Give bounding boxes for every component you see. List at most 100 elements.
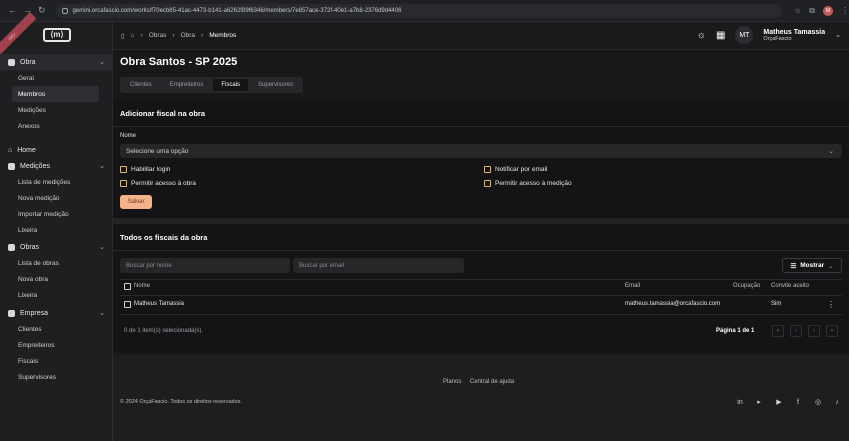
site-info-icon[interactable] (61, 7, 68, 14)
allow-medicao-checkbox[interactable]: Permitir acesso à medição (484, 180, 572, 187)
logo[interactable]: ⟨m⟩ (43, 28, 71, 42)
sidebar-toggle-icon[interactable]: ▯ (121, 32, 125, 40)
sidebar-item-clientes[interactable]: Clientes (0, 321, 113, 337)
add-fiscal-title: Adicionar fiscal na obra (120, 109, 206, 118)
breadcrumb-obra[interactable]: Obra (181, 32, 195, 39)
avatar[interactable]: MT (735, 26, 754, 44)
chevron-down-icon: ⌄ (99, 163, 105, 170)
next-page-icon[interactable]: › (808, 325, 820, 337)
home-icon[interactable]: ⌂ (131, 32, 135, 39)
sidebar-item-nova-obra[interactable]: Nova obra (0, 271, 113, 287)
sidebar-item-fiscais[interactable]: Fiscais (0, 353, 113, 369)
allow-obra-checkbox[interactable]: Permitir acesso à obra (120, 180, 196, 187)
reload-icon[interactable]: ↻ (38, 5, 46, 16)
sidebar-item-lista-obras[interactable]: Lista de obras (0, 255, 113, 271)
sidebar-item-membros[interactable]: Membros (12, 86, 99, 102)
footer-link-planos[interactable]: Planos (443, 379, 461, 385)
search-email-input[interactable]: Buscar por email (293, 258, 464, 273)
save-button[interactable]: Salvar (120, 195, 152, 209)
tab-supervisores[interactable]: Supervisores (250, 79, 301, 91)
sidebar-item-lixeira-obras[interactable]: Lixeira (0, 287, 113, 303)
star-icon[interactable]: ☆ (794, 6, 801, 15)
facebook-icon[interactable]: f (794, 398, 802, 406)
sidebar-head-label: Obras (20, 243, 40, 251)
checkbox-icon (484, 166, 491, 173)
col-convite-aceito[interactable]: Convite aceito (771, 283, 809, 289)
show-columns-button[interactable]: ☰ Mostrar ⌄ (782, 258, 842, 273)
row-email: matheus.tamassia@orcafascio.com (625, 301, 721, 307)
spotify-icon[interactable]: ▸ (755, 398, 763, 406)
sidebar-item-anexos[interactable]: Anexos (0, 118, 113, 134)
browser-toolbar: ← → ↻ gemini.orcafascio.com/works/f70ecb… (0, 0, 849, 22)
back-icon[interactable]: ← (8, 5, 17, 16)
table-divider (120, 314, 842, 315)
col-ocupacao[interactable]: Ocupação (733, 283, 760, 289)
sidebar-item-medicoes[interactable]: Medições (0, 102, 113, 118)
sidebar-item-lista-medicoes[interactable]: Lista de medições (0, 174, 113, 190)
chevron-right-icon: › (140, 32, 143, 39)
row-actions-icon[interactable]: ⋮ (827, 300, 835, 309)
sidebar-head-medicoes[interactable]: Medições ⌄ (0, 158, 113, 174)
linkedin-icon[interactable]: in (736, 398, 744, 406)
first-page-icon[interactable]: « (772, 325, 784, 337)
last-page-icon[interactable]: » (826, 325, 838, 337)
tiktok-icon[interactable]: ♪ (833, 398, 841, 406)
menu-icon[interactable]: ⋮ (841, 6, 849, 15)
app-header: ▯ ⌂ › Obras › Obra › Membros ☼ ▦ MT Math… (113, 22, 849, 50)
breadcrumb: ▯ ⌂ › Obras › Obra › Membros (121, 32, 236, 40)
row-accepted: Sim (771, 301, 782, 307)
tab-clientes[interactable]: Clientes (122, 79, 160, 91)
sidebar-item-lixeira-medicoes[interactable]: Lixeira (0, 222, 113, 238)
sun-icon[interactable]: ☼ (697, 30, 706, 41)
tab-empreiteiros[interactable]: Empreiteiros (162, 79, 212, 91)
sidebar-head-obras[interactable]: Obras ⌄ (0, 239, 113, 255)
chevron-down-icon: ⌄ (828, 262, 834, 270)
chevron-down-icon: ⌄ (99, 244, 105, 251)
sidebar-head-obra[interactable]: Obra ⌄ (0, 54, 113, 70)
select-all-checkbox[interactable] (124, 283, 131, 290)
row-checkbox[interactable] (124, 301, 131, 308)
sidebar-item-importar-medicao[interactable]: Importar medição (0, 206, 113, 222)
sidebar-section-obras: Obras ⌄ Lista de obras Nova obra Lixeira (0, 239, 113, 303)
chevron-down-icon[interactable]: ⌄ (835, 31, 841, 39)
allow-medicao-label: Permitir acesso à medição (495, 180, 572, 187)
fiscais-list-panel: Todos os fiscais da obra Buscar por nome… (113, 224, 849, 351)
sidebar-head-home[interactable]: ⌂ Home (0, 142, 113, 158)
grid-icon[interactable]: ▦ (716, 30, 725, 41)
sidebar-head-label: Obra (20, 58, 36, 66)
user-info[interactable]: Matheus Tamassia OrçaFascio (763, 29, 825, 42)
enable-login-checkbox[interactable]: Habilitar login (120, 166, 170, 173)
name-select[interactable]: Selecione uma opção ⌄ (120, 144, 842, 158)
tab-fiscais[interactable]: Fiscais (213, 79, 249, 91)
breadcrumb-obras[interactable]: Obras (149, 32, 167, 39)
sidebar-item-supervisores[interactable]: Supervisores (0, 369, 113, 385)
add-fiscal-panel: Adicionar fiscal na obra Nome Selecione … (113, 100, 849, 218)
address-bar[interactable]: gemini.orcafascio.com/works/f70ecb85-41a… (55, 3, 783, 18)
select-value: Selecione uma opção (126, 147, 189, 155)
sidebar-item-empreiteiros[interactable]: Empreiteiros (0, 337, 113, 353)
col-email[interactable]: Email (625, 283, 640, 289)
profile-avatar-icon[interactable]: M (823, 5, 833, 16)
search-name-input[interactable]: Buscar por nome (120, 258, 290, 273)
row-name: Matheus Tamassia (134, 301, 184, 307)
sidebar-head-empresa[interactable]: Empresa ⌄ (0, 305, 113, 321)
sidebar-item-nova-medicao[interactable]: Nova medição (0, 190, 113, 206)
extensions-icon[interactable]: ⧉ (809, 6, 815, 16)
col-nome[interactable]: Nome (134, 283, 150, 289)
browser-actions: ☆ ⧉ M ⋮ (794, 5, 849, 16)
youtube-icon[interactable]: ▶ (775, 398, 783, 406)
notify-email-checkbox[interactable]: Notificar por email (484, 166, 547, 173)
sidebar-item-geral[interactable]: Geral (0, 70, 113, 86)
building-icon (8, 58, 15, 66)
selection-status: 0 de 1 item(s) selecionada(s). (124, 328, 204, 334)
footer-link-ajuda[interactable]: Central de ajuda (470, 379, 514, 385)
tabs: Clientes Empreiteiros Fiscais Supervisor… (120, 77, 304, 93)
name-label: Nome (120, 133, 137, 139)
divider (113, 126, 849, 127)
instagram-icon[interactable]: ◎ (814, 398, 822, 406)
checkbox-icon (484, 180, 491, 187)
home-icon: ⌂ (8, 146, 13, 154)
sidebar-section-obra: Obra ⌄ Geral Membros Medições Anexos (0, 54, 113, 134)
chevron-down-icon: ⌄ (828, 148, 834, 155)
prev-page-icon[interactable]: ‹ (790, 325, 802, 337)
